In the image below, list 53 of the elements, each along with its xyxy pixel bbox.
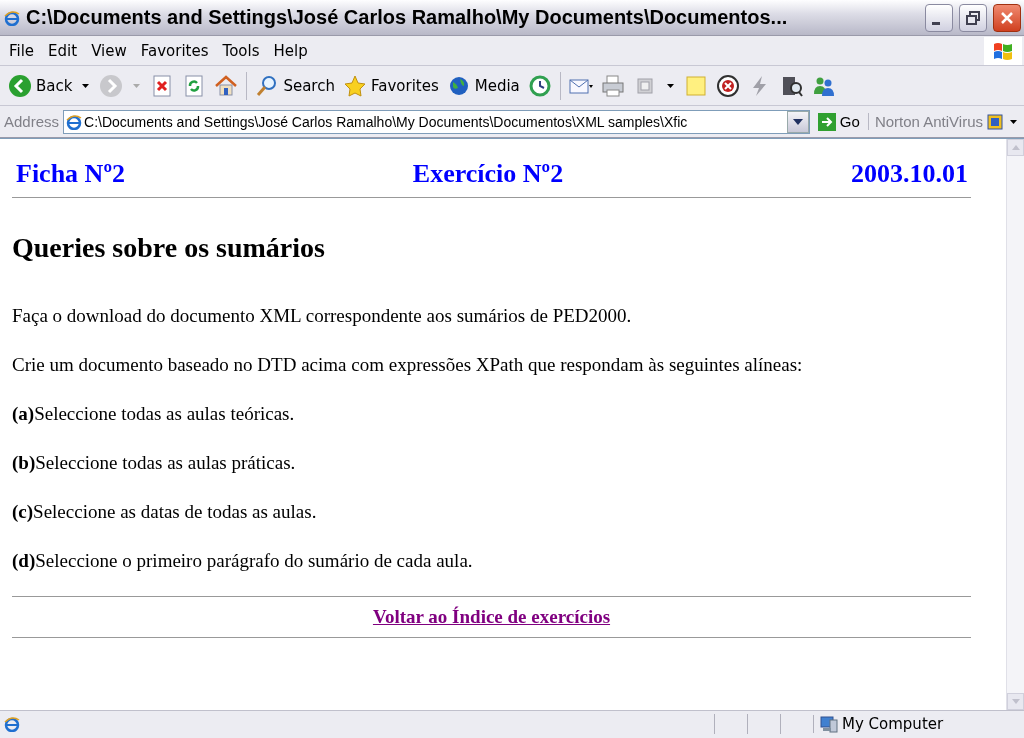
arrow-right-icon: [817, 112, 836, 131]
caret-icon[interactable]: [1010, 119, 1017, 124]
index-link[interactable]: Voltar ao Índice de exercícios: [372, 606, 611, 627]
note-icon: [683, 73, 708, 98]
blocked-circle-icon: [715, 73, 740, 98]
browser-logo-icon: [4, 9, 20, 26]
status-zone-text: My Computer: [842, 714, 944, 733]
menu-item[interactable]: Help: [266, 39, 315, 62]
menu-item[interactable]: Edit: [41, 39, 85, 62]
browser-logo-icon: [4, 715, 20, 732]
address-label: Address: [4, 113, 60, 130]
exercise-item: (b)Seleccione todas as aulas práticas.: [12, 451, 297, 475]
caret-down-icon: [1011, 699, 1020, 704]
dropdown-button[interactable]: [786, 110, 809, 133]
exercise-item: (d)Seleccione o primeiro parágrafo do sumário de cada aula.: [12, 549, 474, 573]
page-header-text: Exercício Nº2: [412, 158, 564, 190]
window-title: C:\Documents and Settings\José Carlos Ramalho\My Documents\Documentos...: [26, 6, 789, 29]
go-button[interactable]: Go: [813, 112, 864, 131]
menu-item[interactable]: Favorites: [133, 39, 216, 62]
restore-icon: [966, 10, 980, 25]
menu-item[interactable]: Tools: [215, 39, 267, 62]
printer-icon: [600, 73, 625, 98]
restore-button[interactable]: [959, 3, 987, 32]
house-icon: [214, 73, 239, 98]
clock-icon: [527, 73, 552, 98]
exercise-item: (a)Seleccione todas as aulas teóricas.: [12, 402, 296, 426]
scrollbar[interactable]: [1006, 139, 1024, 710]
favorites-button[interactable]: Favorites: [340, 71, 441, 100]
menu-item[interactable]: View: [84, 39, 134, 62]
caret-icon[interactable]: [82, 83, 90, 88]
paragraph: Faça o download do documento XML correspondente aos sumários de PED2000.: [12, 304, 633, 328]
computer-icon: [820, 714, 838, 733]
caret-icon[interactable]: [666, 83, 674, 88]
page-icon: [66, 113, 83, 130]
paragraph: Crie um documento baseado no DTD acima com expressões XPath que respondam às seguintes alíneas:: [12, 353, 804, 377]
minimize-button[interactable]: [925, 3, 953, 32]
caret-icon: [792, 118, 803, 125]
toolbar-label: Norton AntiVirus: [867, 113, 983, 130]
windows-flag-icon: [984, 36, 1022, 65]
close-button[interactable]: [993, 3, 1021, 32]
page-header-text: 2003.10.01: [851, 158, 968, 190]
star-icon: [342, 73, 367, 98]
address-field[interactable]: C:\Documents and Settings\José Carlos Ramalho\My Documents\Documentos\XML samples\Xfic: [63, 109, 810, 134]
caret-up-icon: [1011, 145, 1020, 150]
page-heading: Queries sobre os sumários: [12, 232, 326, 264]
exercise-item: (c)Seleccione as datas de todas as aulas.: [12, 500, 318, 524]
media-button[interactable]: Media: [444, 71, 522, 100]
search-button[interactable]: Search: [253, 71, 337, 100]
page-header-text: Ficha Nº2: [16, 158, 125, 190]
menu-item[interactable]: File: [2, 39, 42, 62]
back-button[interactable]: Back: [6, 71, 75, 100]
minimize-icon: [932, 21, 940, 25]
close-icon: [1000, 10, 1014, 25]
